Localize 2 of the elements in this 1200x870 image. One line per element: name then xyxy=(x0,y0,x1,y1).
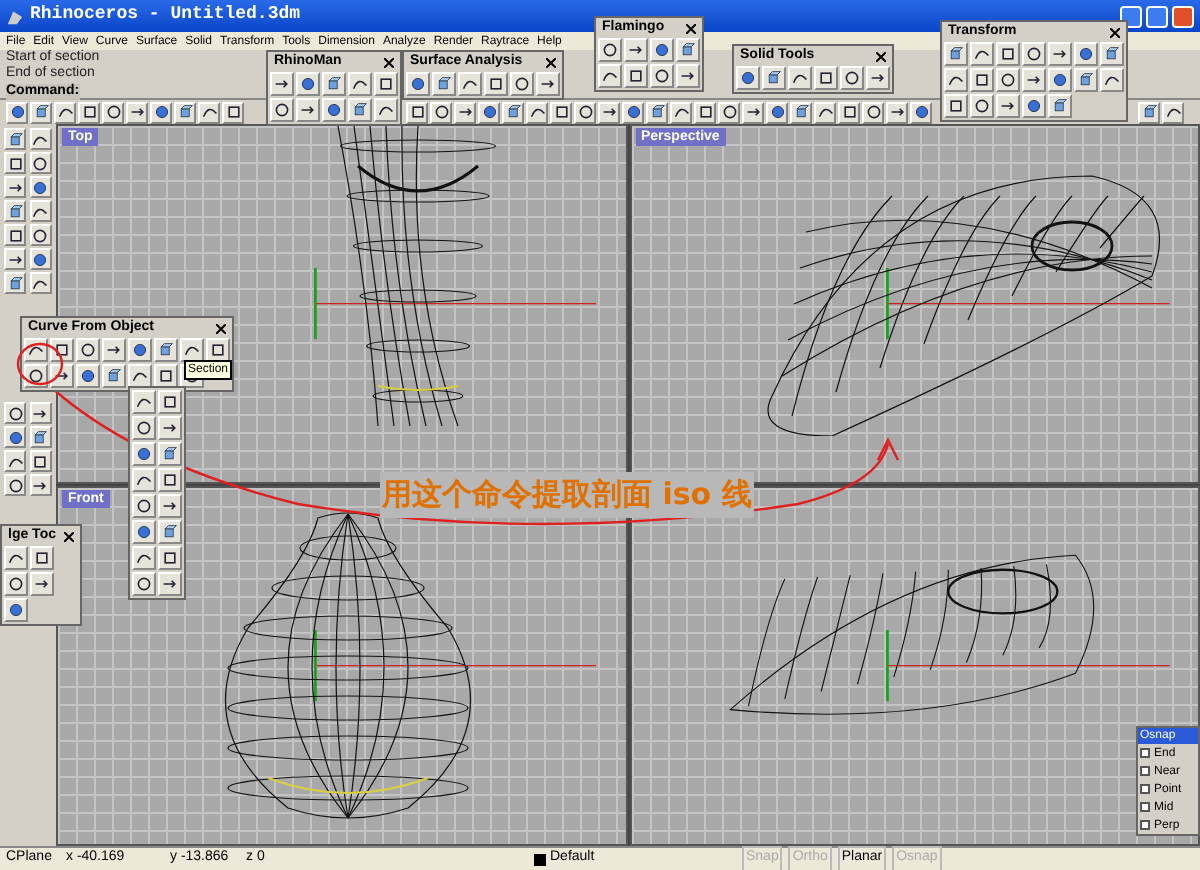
window-title: Rhinoceros - Untitled.3dm xyxy=(30,2,301,29)
annotation-text: 用这个命令提取剖面 iso 线 xyxy=(380,472,754,517)
